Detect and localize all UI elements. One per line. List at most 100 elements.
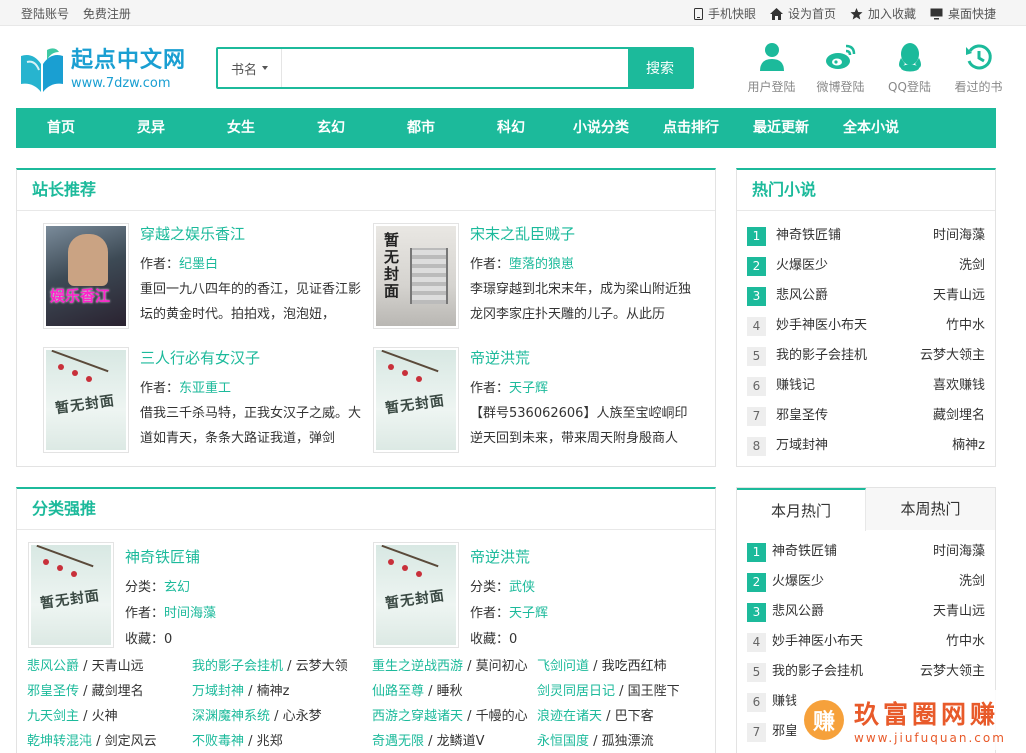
qq-login-link[interactable]: QQ登陆	[875, 42, 944, 95]
book-cover[interactable]: 暂无封面	[373, 347, 459, 453]
tab-bar: 本月热门 本周热门	[737, 488, 995, 531]
book-title[interactable]: 穿越之娱乐香江	[140, 223, 245, 244]
desktop-icon	[930, 8, 943, 19]
book-title[interactable]: 帝逆洪荒	[470, 347, 530, 368]
desktop-shortcut-link[interactable]: 桌面快捷	[930, 5, 996, 22]
mobile-link[interactable]: 手机快眼	[693, 5, 756, 22]
search-button[interactable]: 搜索	[628, 49, 692, 87]
list-item[interactable]: 4 妙手神医小布天 竹中水	[737, 311, 995, 341]
add-favorite-link[interactable]: 加入收藏	[850, 5, 916, 22]
watermark-text: 玖富圈网赚	[854, 700, 1000, 729]
recommend-item: 暂无封面 三人行必有女汉子 作者：东亚重工 借我三千杀马特，正我女汉子之威。大道…	[43, 347, 373, 457]
book-author[interactable]: 堕落的狼崽	[509, 257, 574, 272]
nav-urban[interactable]: 都市	[376, 108, 466, 148]
category-title: 分类强推	[17, 489, 715, 530]
weibo-login-link[interactable]: 微博登陆	[806, 42, 875, 95]
book-title[interactable]: 三人行必有女汉子	[140, 347, 260, 368]
watermark-badge: 赚	[804, 700, 844, 740]
qq-icon	[898, 43, 921, 72]
link-row: 重生之逆战西游 / 莫问初心 飞剑问道 / 我吃西红柿	[372, 659, 667, 674]
list-item[interactable]: 3 悲风公爵 天青山远	[737, 597, 995, 627]
weibo-icon	[825, 44, 855, 69]
list-item[interactable]: 6 赚钱记 喜欢赚钱	[737, 371, 995, 401]
tab-monthly[interactable]: 本月热门	[737, 488, 866, 531]
book-title[interactable]: 帝逆洪荒	[470, 546, 530, 567]
set-homepage-link[interactable]: 设为首页	[769, 5, 836, 22]
watermark: 赚 玖富圈网赚 www.jiufuquan.com	[796, 690, 1016, 750]
tab-weekly[interactable]: 本周热门	[866, 488, 995, 530]
recommend-title: 站长推荐	[17, 170, 715, 211]
book-desc: 借我三千杀马特，正我女汉子之威。大道如青天，条条大路证我道，弹剑	[140, 406, 362, 446]
nav-completed[interactable]: 全本小说	[826, 108, 916, 148]
list-item[interactable]: 1 神奇铁匠铺 时间海藻	[737, 537, 995, 567]
book-desc: 重回一九八四年的的香江，见证香江影坛的黄金时代。拍拍戏，泡泡妞，	[140, 282, 362, 322]
book-cover[interactable]: 暂无封面	[28, 542, 114, 648]
book-logo-icon	[21, 48, 63, 92]
link-row: 西游之穿越诸天 / 千幔的心 浪迹在诸天 / 巴下客	[372, 709, 654, 724]
link-row: 仙路至尊 / 睡秋 剑灵同居日记 / 国王陛下	[372, 684, 680, 699]
link-row: 悲风公爵 / 天青山远 我的影子会挂机 / 云梦大领	[27, 659, 348, 674]
list-item[interactable]: 7 邪皇圣传 藏剑埋名	[737, 401, 995, 431]
history-icon	[965, 44, 992, 70]
book-author[interactable]: 天子辉	[509, 606, 548, 621]
link-row: 乾坤转混沌 / 剑定风云 不败毒神 / 兆郑	[27, 734, 283, 749]
search-bar: 书名 搜索	[216, 47, 694, 89]
nav-home[interactable]: 首页	[16, 108, 106, 148]
list-item[interactable]: 5 我的影子会挂机 云梦大领主	[737, 657, 995, 687]
list-item[interactable]: 2 火爆医少 洗剑	[737, 251, 995, 281]
top-bar: 登陆账号 免费注册 手机快眼 设为首页 加入收藏 桌面快捷	[0, 0, 1026, 26]
book-author[interactable]: 天子辉	[509, 381, 548, 396]
user-login-link[interactable]: 用户登陆	[737, 42, 806, 95]
category-links-right: 重生之逆战西游 / 莫问初心 飞剑问道 / 我吃西红柿 仙路至尊 / 睡秋 剑灵…	[372, 654, 712, 753]
list-item[interactable]: 8 万域封神 楠神z	[737, 431, 995, 461]
site-url: www.7dzw.com	[71, 76, 171, 91]
book-desc: 李璟穿越到北宋末年，成为梁山附近独龙冈李家庄扑天雕的儿子。从此历	[470, 282, 692, 322]
link-row: 九天剑主 / 火神 深渊魔神系统 / 心永梦	[27, 709, 322, 724]
nav-scifi[interactable]: 科幻	[466, 108, 556, 148]
book-class[interactable]: 武侠	[509, 580, 535, 595]
nav-categories[interactable]: 小说分类	[556, 108, 646, 148]
search-input[interactable]	[282, 49, 628, 87]
home-icon	[769, 7, 783, 20]
list-item[interactable]: 1 神奇铁匠铺 时间海藻	[737, 221, 995, 251]
list-item[interactable]: 3 悲风公爵 天青山远	[737, 281, 995, 311]
book-cover[interactable]: 娱乐香江	[43, 223, 129, 329]
site-logo[interactable]: 起点中文网 www.7dzw.com	[17, 42, 187, 98]
category-links-left: 悲风公爵 / 天青山远 我的影子会挂机 / 云梦大领 邪皇圣传 / 藏剑埋名 万…	[27, 654, 367, 753]
category-panel: 分类强推 暂无封面 神奇铁匠铺 分类：玄幻 作者：时间海藻 收藏：0 暂无封面 …	[16, 487, 716, 753]
nav-fantasy[interactable]: 玄幻	[286, 108, 376, 148]
list-item[interactable]: 4 妙手神医小布天 竹中水	[737, 627, 995, 657]
book-title[interactable]: 宋末之乱臣贼子	[470, 223, 575, 244]
header-icon-links: 用户登陆 微博登陆 QQ登陆 看过的书	[737, 42, 1013, 95]
nav-ranking[interactable]: 点击排行	[646, 108, 736, 148]
history-link[interactable]: 看过的书	[944, 42, 1013, 95]
book-fav: 0	[164, 632, 173, 647]
site-name: 起点中文网	[71, 47, 187, 73]
list-item[interactable]: 2 火爆医少 洗剑	[737, 567, 995, 597]
main-nav: 首页 灵异 女生 玄幻 都市 科幻 小说分类 点击排行 最近更新 全本小说	[16, 108, 996, 148]
nav-recent[interactable]: 最近更新	[736, 108, 826, 148]
book-cover[interactable]: 暂无封面	[43, 347, 129, 453]
login-link[interactable]: 登陆账号	[21, 7, 69, 21]
book-author[interactable]: 时间海藻	[164, 606, 216, 621]
category-item: 暂无封面 帝逆洪荒 分类：武侠 作者：天子辉 收藏：0	[373, 542, 703, 652]
register-link[interactable]: 免费注册	[83, 7, 131, 21]
link-row: 邪皇圣传 / 藏剑埋名 万域封神 / 楠神z	[27, 684, 290, 699]
recommend-item: 娱乐香江 穿越之娱乐香江 作者：纪墨白 重回一九八四年的的香江，见证香江影坛的黄…	[43, 223, 373, 333]
book-cover[interactable]: 暂无封面	[373, 223, 459, 329]
book-class[interactable]: 玄幻	[164, 580, 190, 595]
book-title[interactable]: 神奇铁匠铺	[125, 546, 200, 567]
book-fav: 0	[509, 632, 518, 647]
recommend-item: 暂无封面 帝逆洪荒 作者：天子辉 【群号536062606】人族至宝崆峒印逆天回…	[373, 347, 703, 457]
link-row: 奇遇无限 / 龙鳞道V 永恒国度 / 孤独漂流	[372, 734, 654, 749]
recommend-item: 暂无封面 宋末之乱臣贼子 作者：堕落的狼崽 李璟穿越到北宋末年，成为梁山附近独龙…	[373, 223, 703, 333]
book-desc: 【群号536062606】人族至宝崆峒印逆天回到未来，带来周天附身殷商人	[470, 406, 688, 446]
list-item[interactable]: 5 我的影子会挂机 云梦大领主	[737, 341, 995, 371]
search-type-select[interactable]: 书名	[218, 49, 282, 87]
nav-supernatural[interactable]: 灵异	[106, 108, 196, 148]
book-cover[interactable]: 暂无封面	[373, 542, 459, 648]
nav-female[interactable]: 女生	[196, 108, 286, 148]
book-author[interactable]: 纪墨白	[179, 257, 218, 272]
category-item: 暂无封面 神奇铁匠铺 分类：玄幻 作者：时间海藻 收藏：0	[28, 542, 358, 652]
book-author[interactable]: 东亚重工	[179, 381, 231, 396]
